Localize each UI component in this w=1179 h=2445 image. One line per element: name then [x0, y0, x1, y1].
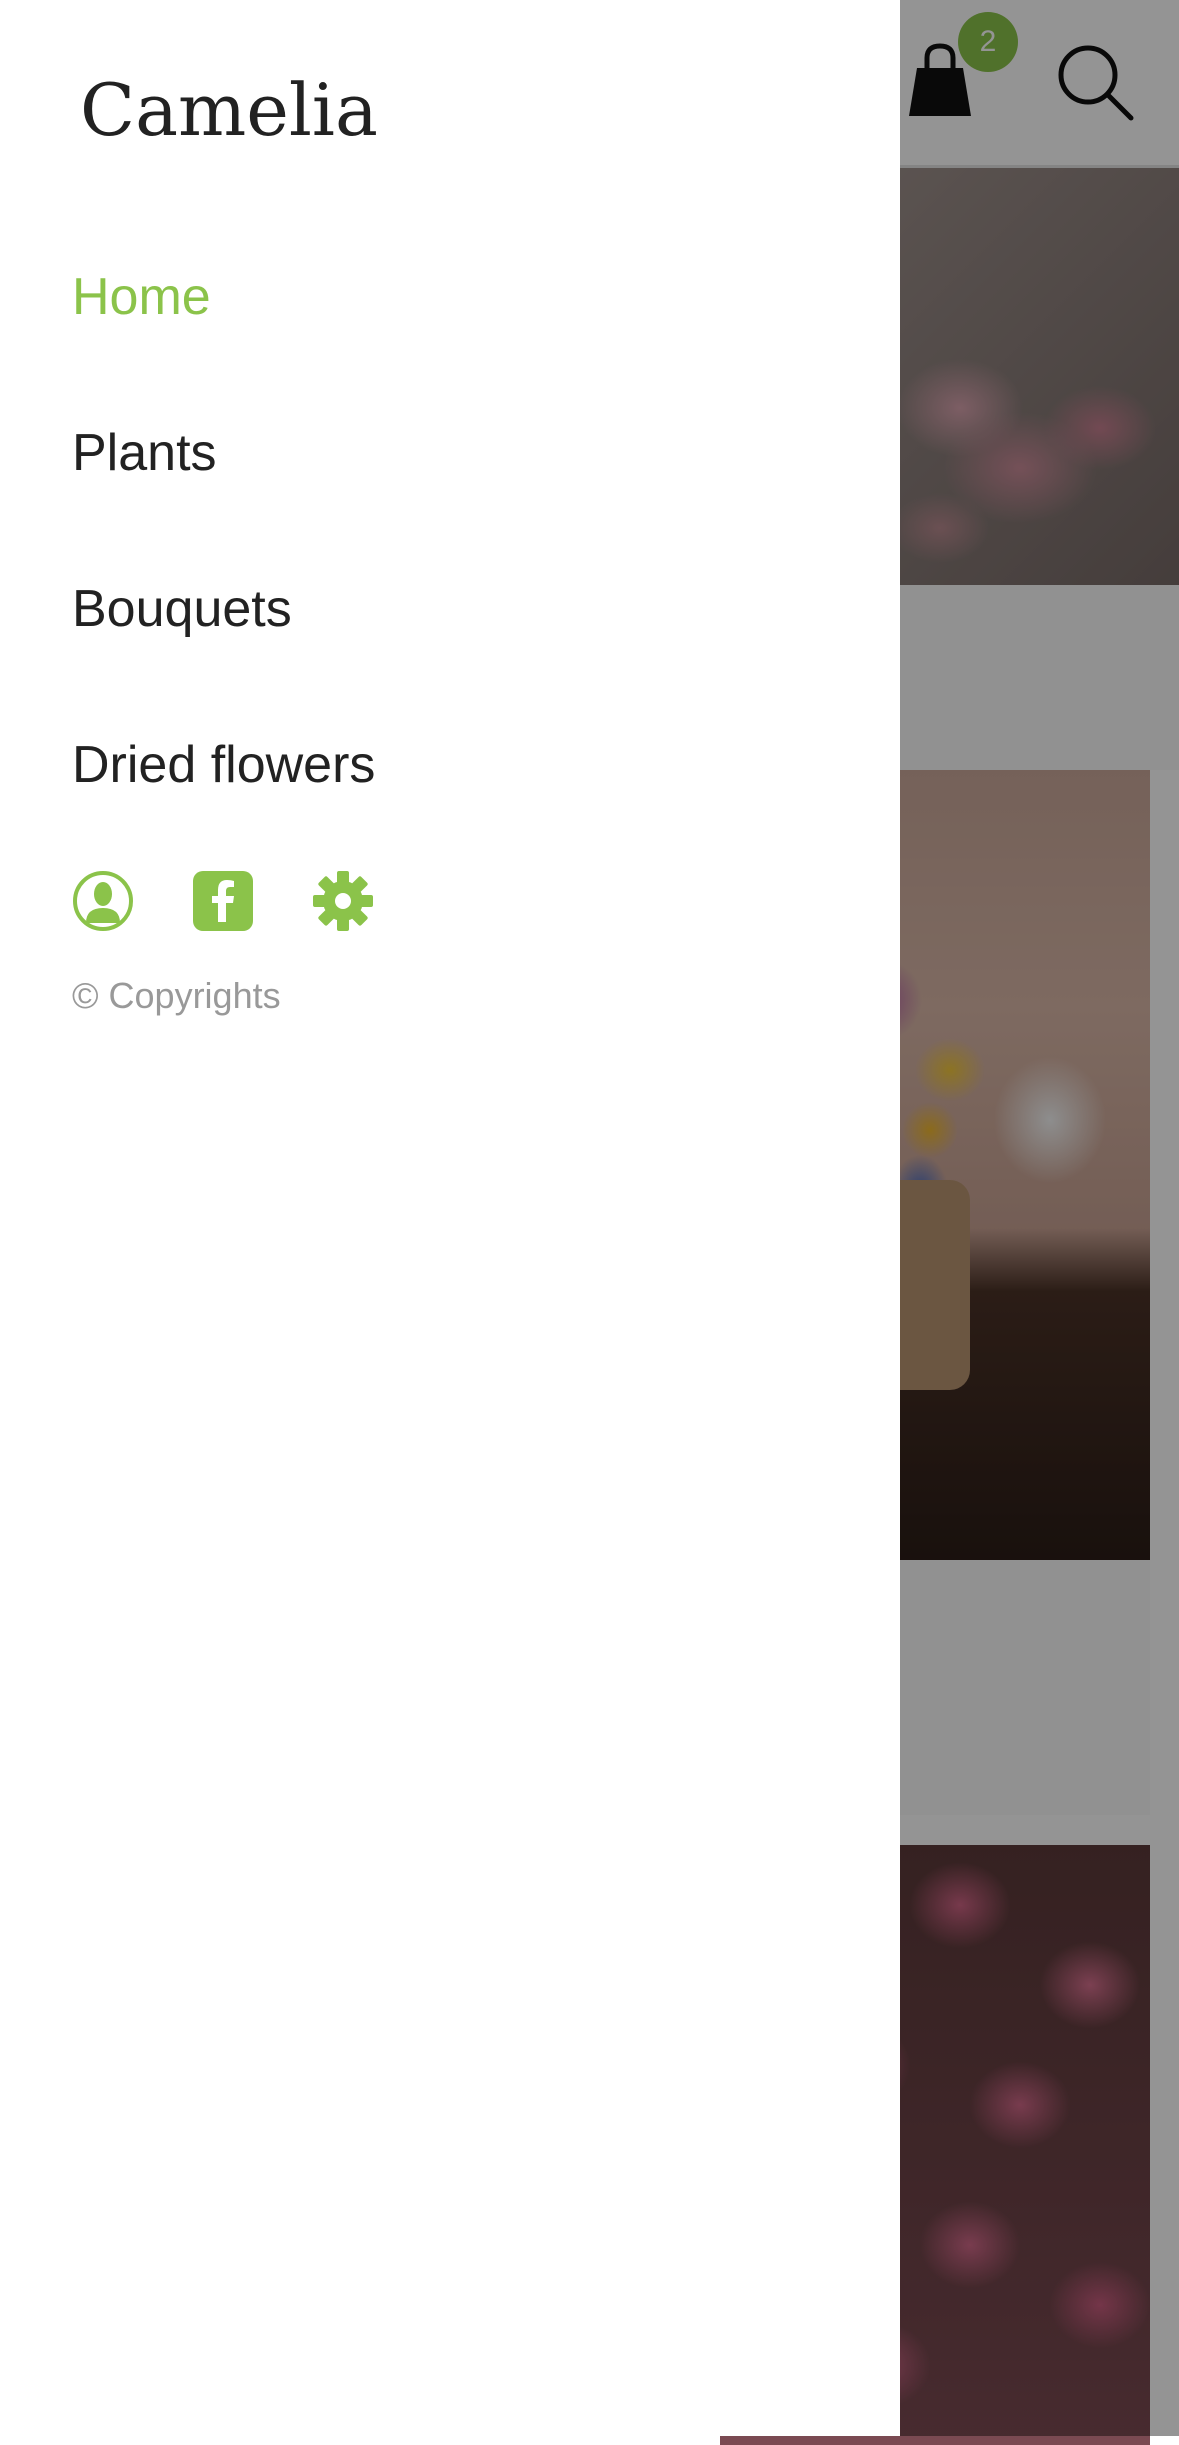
drawer-nav: Home Plants Bouquets Dried flowers: [72, 260, 375, 884]
navigation-drawer: Camelia Home Plants Bouquets Dried flowe…: [0, 0, 900, 2436]
nav-item-bouquets[interactable]: Bouquets: [72, 572, 375, 728]
facebook-icon[interactable]: [192, 870, 254, 932]
settings-gear-icon[interactable]: [312, 870, 374, 932]
copyright-text: © Copyrights: [72, 975, 281, 1016]
account-icon[interactable]: [72, 870, 134, 932]
nav-item-home[interactable]: Home: [72, 260, 375, 416]
nav-item-dried-flowers[interactable]: Dried flowers: [72, 728, 375, 884]
app-logo: Camelia: [80, 68, 378, 152]
nav-item-plants[interactable]: Plants: [72, 416, 375, 572]
